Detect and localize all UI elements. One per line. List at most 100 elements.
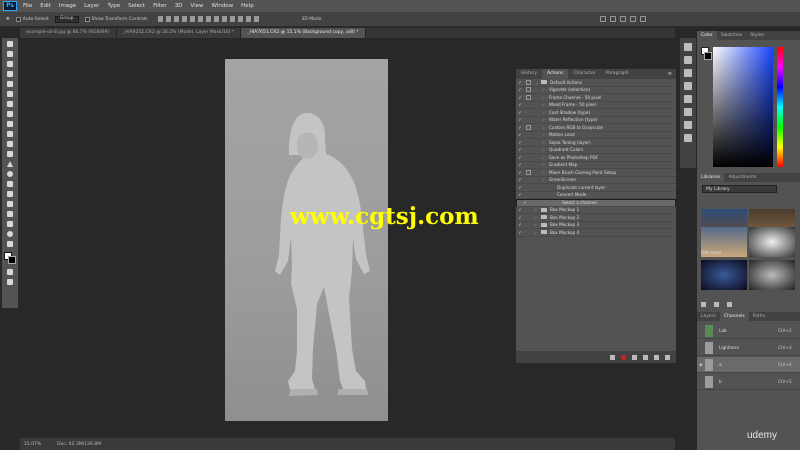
toggle-item-check-icon[interactable]: ✓	[516, 102, 524, 107]
clone-source-icon[interactable]	[684, 108, 692, 116]
action-row[interactable]: ✓ › Cast Shadow (type)	[516, 109, 676, 117]
toggle-dialog-icon[interactable]	[524, 177, 533, 183]
brush-tool-icon[interactable]	[5, 110, 15, 118]
channel-row[interactable]: ◉ a Ctrl+4	[697, 357, 800, 373]
menu-type[interactable]: Type	[107, 3, 120, 9]
type-tool-icon[interactable]	[5, 190, 15, 198]
lasso-tool-icon[interactable]	[5, 60, 15, 68]
record-icon[interactable]	[621, 354, 626, 360]
menu-filter[interactable]: Filter	[153, 3, 167, 9]
toggle-item-check-icon[interactable]: ✓	[516, 162, 524, 167]
menu-window[interactable]: Window	[211, 3, 233, 9]
pen-tool-icon[interactable]	[5, 180, 15, 188]
toggle-dialog-icon[interactable]	[524, 102, 533, 108]
action-row[interactable]: ✓ › Vignette (selection)	[516, 87, 676, 94]
show-transform-controls-checkbox[interactable]: Show Transform Controls	[84, 16, 148, 22]
menu-help[interactable]: Help	[241, 3, 254, 9]
action-row[interactable]: ✓ › Save as Photoshop PDF	[516, 154, 676, 162]
library-thumb[interactable]	[701, 260, 747, 290]
background-swatch[interactable]	[704, 52, 712, 60]
menu-view[interactable]: View	[190, 3, 203, 9]
toggle-item-check-icon[interactable]: ✓	[516, 155, 524, 160]
channel-row[interactable]: Lightness Ctrl+3	[697, 340, 800, 356]
properties-panel-icon[interactable]	[684, 121, 692, 129]
cloud-icon[interactable]	[714, 302, 719, 307]
stop-icon[interactable]	[610, 354, 615, 360]
toggle-item-check-icon[interactable]: ✓	[516, 170, 524, 175]
toggle-item-check-icon[interactable]: ✓	[516, 207, 524, 212]
toggle-item-check-icon[interactable]: ✓	[516, 110, 524, 115]
toggle-dialog-icon[interactable]	[524, 184, 533, 190]
tab-history[interactable]: History	[516, 69, 542, 79]
crop-tool-icon[interactable]	[5, 80, 15, 88]
3d-mode-buttons[interactable]	[600, 16, 650, 22]
menu-select[interactable]: Select	[128, 3, 145, 9]
tab-paths[interactable]: Paths	[749, 312, 769, 321]
action-row[interactable]: ✓ › Custom RGB to Grayscale	[516, 124, 676, 132]
action-row[interactable]: ✓ › Quadrant Colors	[516, 147, 676, 154]
channel-row[interactable]: Lab Ctrl+2	[697, 323, 800, 339]
tab-adjustments[interactable]: Adjustments	[724, 173, 760, 182]
action-row[interactable]: ✓ › Box Mockup 2	[516, 214, 676, 222]
action-row[interactable]: ✓ › Sepia Toning (layer)	[516, 139, 676, 147]
align-buttons[interactable]	[157, 16, 262, 22]
action-row[interactable]: ✓ › Frame Channel - 50 pixel	[516, 94, 676, 102]
action-row[interactable]: ✓ ⌄ Default Actions	[516, 79, 676, 87]
action-row[interactable]: ✓ › Box Mockup 1	[516, 207, 676, 214]
toggle-dialog-icon[interactable]	[524, 147, 533, 153]
document-tab[interactable]: _HIA9252.CR2 @ 26.2% (Model, Layer Mask/…	[116, 28, 242, 38]
toggle-dialog-icon[interactable]	[524, 154, 533, 160]
toggle-item-check-icon[interactable]: ✓	[516, 132, 524, 137]
brush-panel-icon[interactable]	[684, 95, 692, 103]
toggle-item-check-icon[interactable]: ✓	[516, 177, 524, 182]
toggle-item-check-icon[interactable]: ✓	[516, 222, 524, 227]
panel-menu-icon[interactable]: ≡	[664, 69, 676, 79]
zoom-tool-icon[interactable]	[5, 230, 15, 238]
library-select[interactable]: My Library	[702, 185, 777, 193]
library-thumb[interactable]	[749, 227, 795, 257]
menu-image[interactable]: Image	[59, 3, 76, 9]
action-row[interactable]: ✓ › Box Mockup 4	[516, 229, 676, 237]
toggle-item-check-icon[interactable]: ✓	[516, 185, 524, 190]
add-icon[interactable]	[701, 302, 706, 307]
toggle-dialog-icon[interactable]	[524, 192, 533, 198]
toggle-item-check-icon[interactable]: ✓	[516, 147, 524, 152]
toggle-dialog-icon[interactable]	[524, 132, 533, 138]
tab-actions[interactable]: Actions	[542, 69, 569, 79]
screen-mode-icon[interactable]	[5, 278, 15, 286]
character-panel-icon[interactable]	[684, 69, 692, 77]
menu-layer[interactable]: Layer	[84, 3, 99, 9]
toggle-dialog-icon[interactable]	[529, 200, 538, 206]
history-panel-icon[interactable]	[684, 43, 692, 51]
new-action-icon[interactable]	[654, 354, 659, 360]
color-picker-field[interactable]	[713, 47, 773, 167]
toggle-dialog-icon[interactable]	[526, 87, 531, 93]
auto-select-target-select[interactable]: Group	[54, 15, 79, 23]
action-row[interactable]: ✓ › Water Reflection (type)	[516, 117, 676, 124]
rectangle-tool-icon[interactable]	[5, 210, 15, 218]
toggle-dialog-icon[interactable]	[524, 207, 533, 213]
action-row[interactable]: ✓ › GreenScreen	[516, 177, 676, 184]
blur-tool-icon[interactable]	[5, 160, 15, 168]
toggle-item-check-icon[interactable]: ✓	[516, 140, 524, 145]
toggle-dialog-icon[interactable]	[524, 229, 533, 235]
toggle-dialog-icon[interactable]	[524, 117, 533, 123]
action-row[interactable]: ✓ › Wood Frame - 50 pixel	[516, 102, 676, 109]
history-brush-tool-icon[interactable]	[5, 130, 15, 138]
toggle-item-check-icon[interactable]: ✓	[516, 87, 524, 92]
action-row[interactable]: ✓ Select a channel	[516, 199, 676, 207]
toggle-dialog-icon[interactable]	[526, 94, 531, 100]
trash-icon[interactable]	[727, 302, 732, 307]
quick-mask-icon[interactable]	[5, 268, 15, 276]
toggle-item-check-icon[interactable]: ✓	[516, 80, 524, 85]
document-canvas[interactable]	[225, 59, 388, 421]
toggle-item-check-icon[interactable]: ✓	[516, 215, 524, 220]
trash-icon[interactable]	[665, 354, 670, 360]
action-row[interactable]: ✓ › Gradient Map	[516, 162, 676, 169]
action-row[interactable]: ✓ Convert Mode	[516, 192, 676, 199]
clone-stamp-tool-icon[interactable]	[5, 120, 15, 128]
tab-character[interactable]: Character	[568, 69, 600, 79]
path-selection-tool-icon[interactable]	[5, 200, 15, 208]
toggle-dialog-icon[interactable]	[524, 214, 533, 220]
move-tool-icon[interactable]	[5, 40, 15, 48]
